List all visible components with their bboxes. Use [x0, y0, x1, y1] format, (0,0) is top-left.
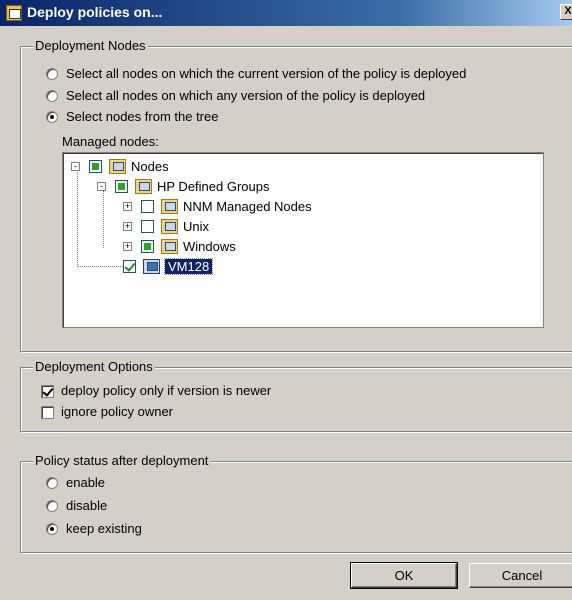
tree-line	[77, 167, 78, 267]
radio-enable-label: enable	[66, 475, 106, 490]
radio-select-from-tree-label: Select nodes from the tree	[66, 109, 219, 124]
app-icon	[6, 5, 22, 21]
tree-label-nnm-managed-nodes: NNM Managed Nodes	[183, 199, 312, 214]
cancel-button[interactable]: Cancel	[469, 563, 572, 588]
radio-select-from-tree-button[interactable]	[46, 111, 58, 123]
tree-label-unix: Unix	[183, 219, 210, 234]
expand-icon[interactable]: +	[123, 202, 132, 211]
policy-status-legend: Policy status after deployment	[33, 453, 211, 468]
radio-enable-button[interactable]	[46, 477, 58, 489]
title-bar: Deploy policies on... X	[0, 0, 572, 26]
tree-checkbox-vm128[interactable]	[123, 260, 136, 273]
checkbox-ignore-policy-owner-label: ignore policy owner	[61, 404, 174, 419]
tree-checkbox-nodes[interactable]	[89, 160, 102, 173]
checkbox-ignore-policy-owner-box[interactable]	[41, 406, 54, 419]
tree-checkbox-hp-defined-groups[interactable]	[115, 180, 128, 193]
collapse-icon[interactable]: -	[71, 162, 80, 171]
checkbox-deploy-if-newer-label: deploy policy only if version is newer	[61, 383, 272, 398]
radio-current-version-label: Select all nodes on which the current ve…	[66, 66, 467, 81]
tree-label-windows: Windows	[183, 239, 236, 254]
tree-label-nodes: Nodes	[131, 159, 169, 174]
folder-icon	[135, 179, 152, 194]
folder-icon	[109, 159, 126, 174]
computer-icon	[143, 259, 160, 274]
ok-button[interactable]: OK	[350, 562, 458, 589]
tree-label-hp-defined-groups: HP Defined Groups	[157, 179, 270, 194]
radio-keep-existing-label: keep existing	[66, 521, 142, 536]
deployment-options-legend: Deployment Options	[33, 359, 155, 374]
tree-checkbox-windows[interactable]	[141, 240, 154, 253]
folder-icon	[161, 219, 178, 234]
folder-icon	[161, 239, 178, 254]
collapse-icon[interactable]: -	[97, 182, 106, 191]
managed-nodes-tree[interactable]: - Nodes - HP Defined Groups + NNM Manage…	[62, 152, 544, 328]
window-title: Deploy policies on...	[27, 4, 163, 20]
tree-line	[103, 186, 104, 248]
radio-any-version-label: Select all nodes on which any version of…	[66, 88, 426, 103]
radio-any-version-button[interactable]	[46, 90, 58, 102]
checkbox-deploy-if-newer-box[interactable]	[41, 385, 54, 398]
radio-current-version-button[interactable]	[46, 68, 58, 80]
tree-label-vm128: VM128	[163, 258, 214, 275]
deployment-nodes-legend: Deployment Nodes	[33, 38, 148, 53]
radio-keep-existing-button[interactable]	[46, 523, 58, 535]
radio-disable-label: disable	[66, 498, 108, 513]
managed-nodes-label: Managed nodes:	[62, 134, 159, 149]
folder-icon	[161, 199, 178, 214]
expand-icon[interactable]: +	[123, 242, 132, 251]
tree-checkbox-unix[interactable]	[141, 220, 154, 233]
radio-disable-button[interactable]	[46, 500, 58, 512]
tree-checkbox-nnm-managed-nodes[interactable]	[141, 200, 154, 213]
expand-icon[interactable]: +	[123, 222, 132, 231]
tree-line	[77, 266, 123, 267]
close-button[interactable]: X	[560, 4, 572, 20]
